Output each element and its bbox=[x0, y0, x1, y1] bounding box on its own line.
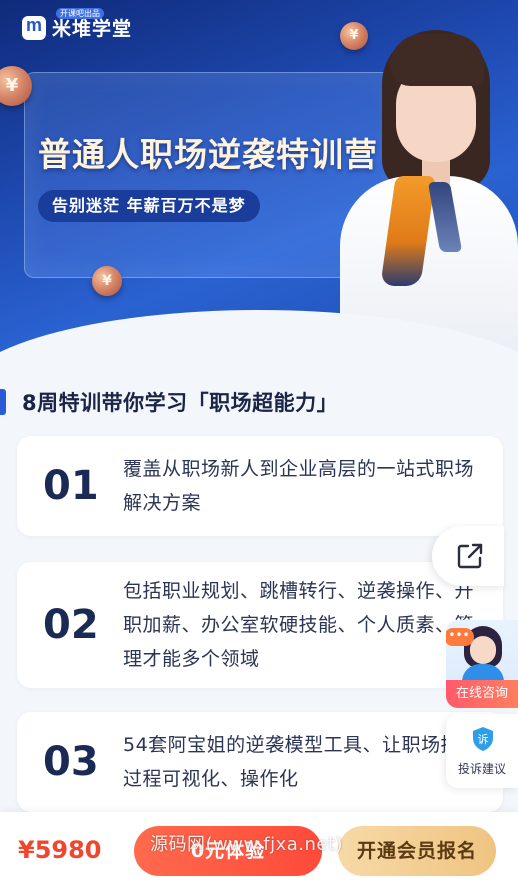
chat-bubble-icon: ••• bbox=[446, 628, 474, 646]
free-trial-button[interactable]: 0元体验 bbox=[134, 826, 322, 876]
coin-icon: ¥ bbox=[92, 266, 122, 296]
hero-subtitle: 告别迷茫 年薪百万不是梦 bbox=[38, 190, 260, 222]
feature-card: 02 包括职业规划、跳槽转行、逆袭操作、升职加薪、办公室软硬技能、个人质素、管理… bbox=[17, 562, 503, 688]
consult-label: 在线咨询 bbox=[446, 680, 518, 708]
feature-text: 包括职业规划、跳槽转行、逆袭操作、升职加薪、办公室软硬技能、个人质素、管理才能多… bbox=[123, 580, 475, 670]
presenter-image bbox=[330, 18, 518, 376]
hero-title: 普通人职场逆袭特训营 bbox=[38, 135, 378, 174]
section-accent-bar bbox=[0, 389, 6, 415]
feature-number: 01 bbox=[43, 463, 99, 509]
complaint-label: 投诉建议 bbox=[457, 762, 506, 776]
feature-card: 03 54套阿宝姐的逆袭模型工具、让职场提升过程可视化、操作化 bbox=[17, 712, 503, 812]
price-label: ¥5980 bbox=[18, 836, 102, 864]
online-consult-button[interactable]: ••• 在线咨询 bbox=[446, 620, 518, 708]
feature-card: 01 覆盖从职场新人到企业高层的一站式职场解决方案 bbox=[17, 436, 503, 536]
member-signup-button[interactable]: 开通会员报名 bbox=[338, 826, 496, 876]
logo-mark-icon bbox=[22, 15, 46, 40]
share-button[interactable] bbox=[432, 526, 504, 586]
feature-number: 03 bbox=[43, 739, 99, 785]
hero-banner: 米堆学堂 开课吧出品 ¥ ¥ ¥ 普通人职场逆袭特训营 告别迷茫 年薪百万不是梦 bbox=[0, 0, 518, 380]
complaint-button[interactable]: 诉 投诉建议 bbox=[446, 714, 518, 788]
feature-text: 54套阿宝姐的逆袭模型工具、让职场提升过程可视化、操作化 bbox=[123, 734, 480, 790]
section-title: 8周特训带你学习「职场超能力」 bbox=[22, 391, 339, 415]
presenter-bangs bbox=[390, 34, 484, 86]
complaint-badge: 诉 bbox=[478, 733, 489, 746]
external-link-icon bbox=[457, 543, 483, 569]
bottom-action-bar: ¥5980 0元体验 开通会员报名 bbox=[0, 812, 518, 884]
logo-tag: 开课吧出品 bbox=[56, 8, 104, 19]
avatar-face bbox=[470, 636, 496, 664]
brand-logo[interactable]: 米堆学堂 开课吧出品 bbox=[22, 8, 132, 41]
shield-icon: 诉 bbox=[473, 727, 493, 751]
section-heading: 8周特训带你学习「职场超能力」 bbox=[0, 384, 338, 420]
feature-text: 覆盖从职场新人到企业高层的一站式职场解决方案 bbox=[123, 458, 475, 514]
feature-number: 02 bbox=[43, 602, 99, 648]
